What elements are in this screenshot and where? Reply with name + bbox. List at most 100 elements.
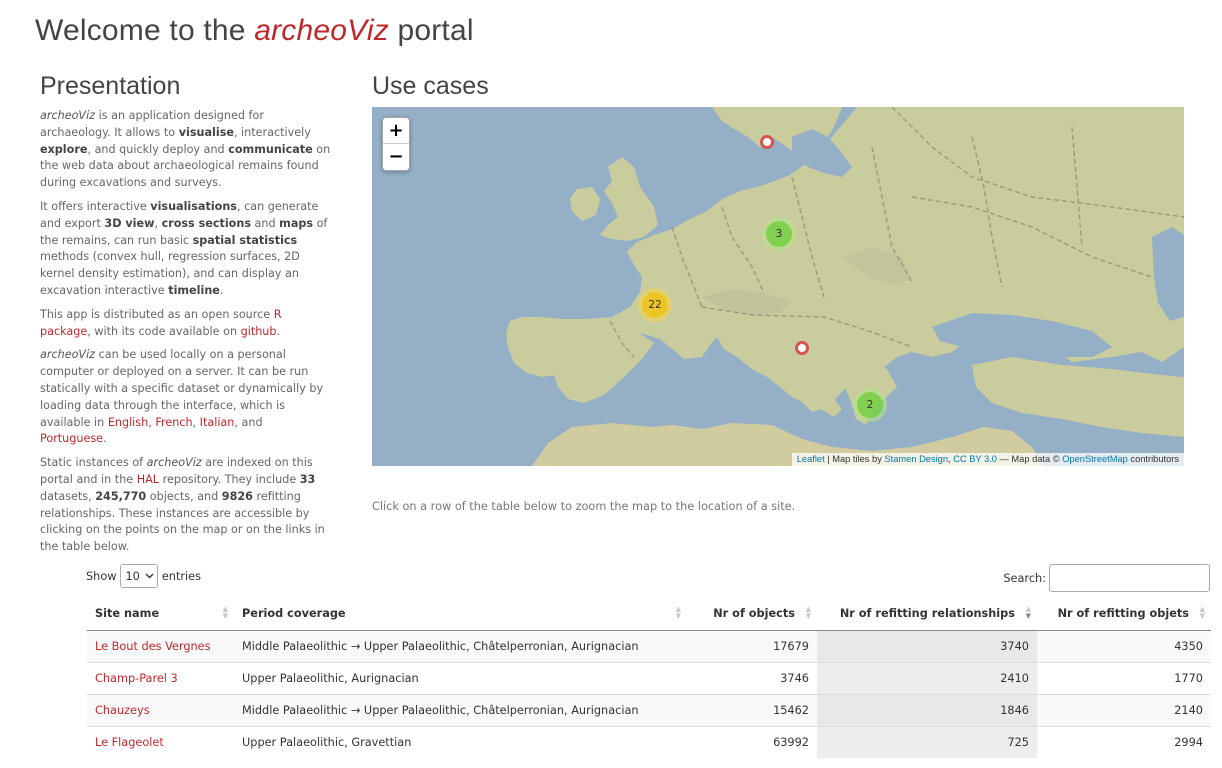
object-count: 245,770 <box>95 489 147 503</box>
text: , <box>192 415 200 429</box>
table-row[interactable]: Le Flageolet Upper Palaeolithic, Gravett… <box>87 725 1211 758</box>
cluster-count: 2 <box>857 392 883 418</box>
cc-link[interactable]: CC BY 3.0 <box>953 454 997 464</box>
text: | Map tiles by <box>824 454 885 464</box>
table-row[interactable]: Le Bout des Vergnes Middle Palaeolithic … <box>87 629 1211 662</box>
italian-link[interactable]: Italian <box>200 416 235 429</box>
text: . <box>219 283 224 297</box>
relationships-cell: 3740 <box>817 629 1037 662</box>
text: and <box>250 216 280 230</box>
objects-cell: 3746 <box>687 661 817 694</box>
github-link[interactable]: github <box>241 325 277 338</box>
text: , <box>154 216 162 230</box>
title-brand: archeoViz <box>254 14 389 47</box>
column-label: Site name <box>95 606 160 620</box>
page-length-control: Show 10 entries <box>86 564 201 588</box>
cluster-marker[interactable]: 3 <box>762 217 796 251</box>
site-marker-italy[interactable] <box>795 341 809 355</box>
site-marker-north[interactable] <box>760 135 774 149</box>
keyword: timeline <box>168 283 220 297</box>
keyword: maps <box>279 216 314 230</box>
map-attribution: Leaflet | Map tiles by Stamen Design, CC… <box>791 453 1184 466</box>
cluster-count: 3 <box>766 221 792 247</box>
zoom-in-button[interactable]: + <box>383 118 409 144</box>
text: . <box>276 324 281 338</box>
sort-icon: ▲ ▼ <box>1025 605 1031 620</box>
period-cell: Upper Palaeolithic, Aurignacian <box>234 661 687 694</box>
brand-name: archeoViz <box>40 109 96 122</box>
text: , and quickly deploy and <box>87 142 229 156</box>
column-label: Nr of refitting objets <box>1057 606 1189 620</box>
portuguese-link[interactable]: Portuguese <box>40 432 103 445</box>
cluster-marker[interactable]: 2 <box>853 388 887 422</box>
english-link[interactable]: English <box>108 416 148 429</box>
page-length-value: 10 <box>125 569 140 583</box>
site-link[interactable]: Le Bout des Vergnes <box>95 640 211 653</box>
text: This app is distributed as an open sourc… <box>40 307 274 321</box>
keyword: cross sections <box>161 216 251 230</box>
relationships-cell: 1846 <box>817 693 1037 726</box>
table-search: Search: <box>1003 564 1210 592</box>
site-link[interactable]: Chauzeys <box>95 704 150 717</box>
column-label: Nr of objects <box>713 606 795 620</box>
column-header-refitting-objects[interactable]: Nr of refitting objets ▲ ▼ <box>1037 597 1211 631</box>
refit-objects-cell: 2140 <box>1037 693 1211 726</box>
presentation-heading: Presentation <box>40 72 181 100</box>
period-cell: Middle Palaeolithic → Upper Palaeolithic… <box>234 629 687 662</box>
text: contributors <box>1127 454 1179 464</box>
zoom-out-button[interactable]: − <box>383 144 409 170</box>
period-cell: Middle Palaeolithic → Upper Palaeolithic… <box>234 693 687 726</box>
keyword: visualise <box>178 125 234 139</box>
site-name-cell: Chauzeys <box>87 693 234 726</box>
site-name-cell: Le Flageolet <box>87 725 234 758</box>
column-label: Period coverage <box>242 606 346 620</box>
zoom-control: + − <box>382 117 410 171</box>
table-row[interactable]: Champ-Parel 3 Upper Palaeolithic, Aurign… <box>87 661 1211 694</box>
search-label: Search: <box>1003 571 1046 585</box>
column-header-objects[interactable]: Nr of objects ▲ ▼ <box>687 597 817 631</box>
osm-link[interactable]: OpenStreetMap <box>1062 454 1128 464</box>
brand-name: archeoViz <box>40 348 96 362</box>
text: datasets, <box>40 489 96 503</box>
keyword: visualisations <box>150 199 237 213</box>
table-row[interactable]: Chauzeys Middle Palaeolithic → Upper Pal… <box>87 693 1211 726</box>
column-header-refitting-relationships[interactable]: Nr of refitting relationships ▲ ▼ <box>817 597 1037 631</box>
chevron-down-icon <box>145 573 154 579</box>
presentation-paragraph: archeoViz can be used locally on a perso… <box>40 347 332 448</box>
page-title: Welcome to the archeoViz portal <box>35 14 474 48</box>
use-cases-map[interactable]: + − 3 22 2 Leaflet | Map tiles by Stamen… <box>372 107 1184 466</box>
site-link[interactable]: Le Flageolet <box>95 736 164 749</box>
french-link[interactable]: French <box>155 416 192 429</box>
text: Static instances of <box>40 456 147 470</box>
period-cell: Upper Palaeolithic, Gravettian <box>234 725 687 758</box>
search-input[interactable] <box>1049 564 1210 592</box>
table-header-row: Site name ▲ ▼ Period coverage ▲ ▼ Nr of obje… <box>87 597 1211 631</box>
refit-objects-cell: 2994 <box>1037 725 1211 758</box>
text: , with its code available on <box>87 324 241 338</box>
title-prefix: Welcome to the <box>35 14 246 47</box>
column-header-site-name[interactable]: Site name ▲ ▼ <box>87 597 234 631</box>
keyword: spatial statistics <box>192 233 298 247</box>
site-link[interactable]: Champ-Parel 3 <box>95 672 178 685</box>
page-length-select[interactable]: 10 <box>120 564 158 588</box>
column-label: Nr of refitting relationships <box>839 606 1015 620</box>
site-name-cell: Champ-Parel 3 <box>87 661 234 694</box>
refitting-count: 9826 <box>221 489 253 503</box>
hal-link[interactable]: HAL <box>137 473 159 486</box>
sort-icon: ▲ ▼ <box>675 605 681 620</box>
map-tiles <box>372 107 1184 466</box>
text: , interactively <box>233 125 311 139</box>
column-header-period[interactable]: Period coverage ▲ ▼ <box>234 597 687 631</box>
relationships-cell: 725 <box>817 725 1037 758</box>
objects-cell: 17679 <box>687 629 817 662</box>
cluster-marker[interactable]: 22 <box>638 288 672 322</box>
brand-name: archeoViz <box>146 456 202 470</box>
stamen-link[interactable]: Stamen Design <box>884 454 948 464</box>
presentation-paragraph: This app is distributed as an open sourc… <box>40 307 332 341</box>
sort-icon: ▲ ▼ <box>1199 605 1205 620</box>
text: It offers interactive <box>40 199 151 213</box>
refit-objects-cell: 1770 <box>1037 661 1211 694</box>
objects-cell: 63992 <box>687 725 817 758</box>
keyword: 3D view <box>104 216 155 230</box>
leaflet-link[interactable]: Leaflet <box>797 454 825 464</box>
